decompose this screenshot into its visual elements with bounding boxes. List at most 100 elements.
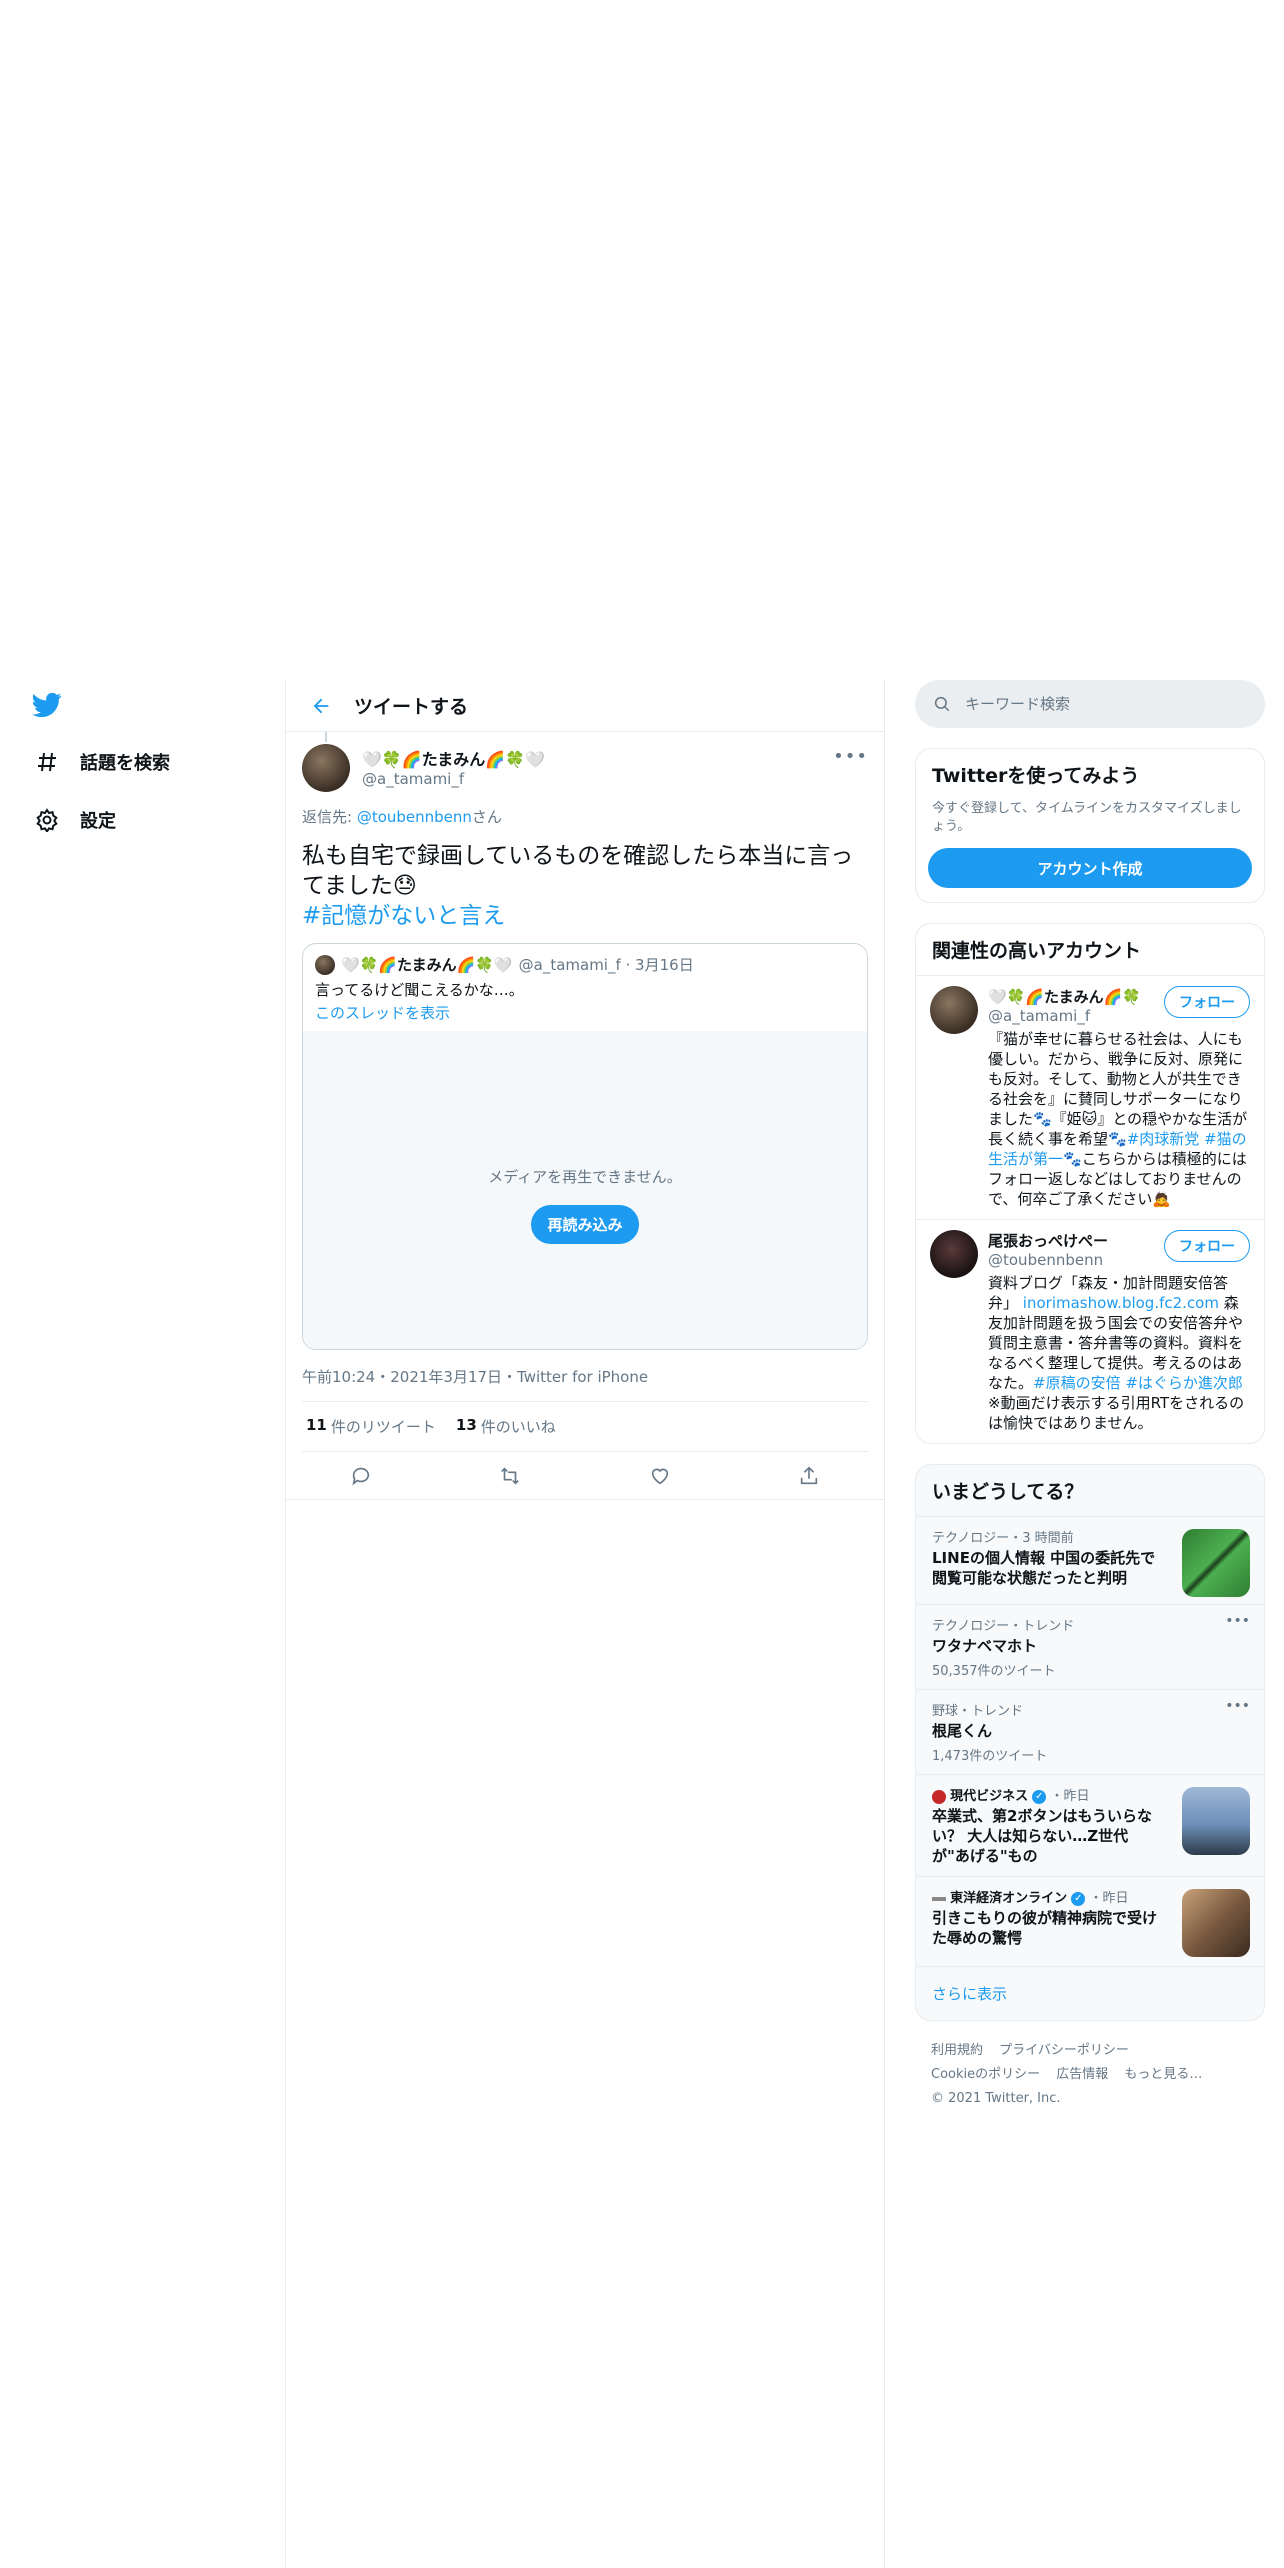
tweet-stats: 11 件のリツイート 13 件のいいね <box>302 1402 868 1452</box>
back-button[interactable] <box>296 681 346 731</box>
footer-link[interactable]: 広告情報 <box>1056 2067 1108 2082</box>
reply-suffix: さん <box>471 808 502 826</box>
media-player: メディアを再生できません。 再読み込み <box>303 1031 867 1349</box>
trend-item[interactable]: 野球・トレンド 根尾くん 1,473件のツイート ••• <box>916 1689 1264 1774</box>
thread-connector <box>325 732 327 742</box>
trend-time: ・昨日 <box>1089 1891 1129 1906</box>
more-options-icon[interactable]: ••• <box>833 746 868 767</box>
user-handle[interactable]: @a_tamami_f <box>362 770 545 788</box>
reply-icon[interactable] <box>341 1456 381 1496</box>
verified-icon: ✓ <box>1032 1789 1047 1804</box>
related-accounts-panel: 関連性の高いアカウント 🤍🍀🌈たまみん🌈🍀 @a_tamami_f フォロー 『… <box>915 923 1265 1444</box>
retweet-count[interactable]: 11 <box>306 1416 327 1437</box>
tweet-actions <box>286 1452 884 1500</box>
trends-panel: いまどうしてる？ テクノロジー・3 時間前 LINEの個人情報 中国の委託先で閲… <box>915 1464 1265 2021</box>
tweet-text: 私も自宅で録画しているものを確認したら本当に言ってました😓 <box>302 843 854 899</box>
retweet-label[interactable]: 件のリツイート <box>331 1416 436 1437</box>
trends-title: いまどうしてる？ <box>932 1481 1084 1503</box>
trend-source: 東洋経済オンライン <box>950 1891 1068 1906</box>
tweet-author: 🤍🍀🌈たまみん🌈🍀🤍 @a_tamami_f ••• <box>302 732 868 792</box>
hashtag-link[interactable]: #記憶がないと言え <box>302 901 868 931</box>
graduation-thumbnail <box>1182 1787 1250 1855</box>
trend-item[interactable]: テクノロジー・3 時間前 LINEの個人情報 中国の委託先で閲覧可能な状態だった… <box>916 1516 1264 1604</box>
nav-explore[interactable]: 話題を検索 <box>34 742 170 782</box>
verified-icon: ✓ <box>1071 1891 1086 1906</box>
footer-link[interactable]: もっと見る… <box>1124 2067 1202 2082</box>
search-input[interactable] <box>965 695 1225 713</box>
avatar[interactable] <box>930 1230 978 1278</box>
retweet-icon[interactable] <box>490 1456 530 1496</box>
account-card[interactable]: 🤍🍀🌈たまみん🌈🍀 @a_tamami_f フォロー 『猫が幸せに暮らせる社会は… <box>916 975 1264 1219</box>
footer-link[interactable]: プライバシーポリシー <box>999 2043 1129 2058</box>
account-name[interactable]: 🤍🍀🌈たまみん🌈🍀 <box>988 986 1141 1007</box>
footer-link[interactable]: 利用規約 <box>931 2043 983 2058</box>
trend-item[interactable]: テクノロジー・トレンド ワタナベマホト 50,357件のツイート ••• <box>916 1604 1264 1689</box>
trend-item[interactable]: 東洋経済オンライン ✓ ・昨日 引きこもりの彼が精神病院で受けた辱めの驚愕 <box>916 1876 1264 1966</box>
follow-button[interactable]: フォロー <box>1164 986 1250 1018</box>
display-name[interactable]: 🤍🍀🌈たまみん🌈🍀🤍 <box>362 746 545 770</box>
bio-hashtags[interactable]: #原稿の安倍 #はぐらか進次郎 <box>1033 1374 1243 1392</box>
bio-text: ※動画だけ表示する引用RTをされるのは愉快ではありません。 <box>988 1394 1245 1432</box>
twitter-logo-icon[interactable] <box>30 690 64 720</box>
search-icon <box>934 696 950 712</box>
search-bar[interactable] <box>915 680 1265 728</box>
signup-description: 今すぐ登録して、タイムラインをカスタマイズしましょう。 <box>932 801 1242 834</box>
media-error-message: メディアを再生できません。 <box>488 1168 682 1186</box>
center-header: ツイートする <box>286 680 884 732</box>
quoted-tweet[interactable]: 🤍🍀🌈たまみん🌈🍀🤍 @a_tamami_f · 3月16日 言ってるけど聞こえ… <box>302 943 868 1350</box>
signup-title: Twitterを使ってみよう <box>932 765 1140 787</box>
like-count[interactable]: 13 <box>456 1416 477 1437</box>
reload-button[interactable]: 再読み込み <box>531 1205 639 1244</box>
trend-title: 卒業式、第2ボタンはもういらない？ 大人は知らない…Z世代が"あげる"もの <box>932 1807 1152 1865</box>
gear-icon <box>34 807 60 833</box>
quote-meta: @a_tamami_f · 3月16日 <box>518 956 694 974</box>
main-column: ツイートする 🤍🍀🌈たまみん🌈🍀🤍 @a_tamami_f ••• 返信先: @… <box>285 680 885 2568</box>
trend-title: 根尾くん <box>932 1722 993 1740</box>
related-title: 関連性の高いアカウント <box>932 940 1142 962</box>
tweet-timestamp[interactable]: 午前10:24・2021年3月17日・Twitter for iPhone <box>302 1366 868 1402</box>
account-handle[interactable]: @a_tamami_f <box>988 1007 1141 1025</box>
trend-title: ワタナベマホト <box>932 1637 1038 1655</box>
source-logo-icon <box>932 1896 946 1901</box>
trend-count: 50,357件のツイート <box>932 1664 1056 1679</box>
like-label[interactable]: 件のいいね <box>481 1416 556 1437</box>
account-name[interactable]: 尾張おっぺけぺー <box>988 1230 1108 1251</box>
footer-link[interactable]: Cookieのポリシー <box>931 2067 1040 2082</box>
quote-display-name: 🤍🍀🌈たまみん🌈🍀🤍 <box>341 956 513 974</box>
reply-handle-link[interactable]: @toubennbenn <box>357 808 472 826</box>
bio-link[interactable]: inorimashow.blog.fc2.com <box>1023 1294 1219 1312</box>
quote-text: 言ってるけど聞こえるかな…。 <box>315 981 524 999</box>
account-card[interactable]: 尾張おっぺけぺー @toubennbenn フォロー 資料ブログ「森友・加計問題… <box>916 1219 1264 1443</box>
account-handle[interactable]: @toubennbenn <box>988 1251 1108 1269</box>
share-icon[interactable] <box>789 1456 829 1496</box>
follow-button[interactable]: フォロー <box>1164 1230 1250 1262</box>
hashtag-icon <box>34 749 60 775</box>
more-options-icon[interactable]: ••• <box>1225 1613 1250 1629</box>
avatar <box>315 954 335 975</box>
nav-settings-label: 設定 <box>80 811 116 832</box>
footer: 利用規約 プライバシーポリシー Cookieのポリシー 広告情報 もっと見る… … <box>915 2021 1265 2129</box>
trend-meta: テクノロジー・トレンド <box>932 1619 1075 1634</box>
trend-source: 現代ビジネス <box>950 1789 1029 1804</box>
copyright: © 2021 Twitter, Inc. <box>931 2091 1061 2106</box>
more-options-icon[interactable]: ••• <box>1225 1698 1250 1714</box>
nav-settings[interactable]: 設定 <box>34 800 116 840</box>
source-logo-icon <box>932 1789 946 1804</box>
show-more-link[interactable]: さらに表示 <box>916 1966 1264 2020</box>
like-icon[interactable] <box>640 1456 680 1496</box>
trend-title: 引きこもりの彼が精神病院で受けた辱めの驚愕 <box>932 1909 1158 1947</box>
reply-prefix: 返信先: <box>302 808 357 826</box>
nav-explore-label: 話題を検索 <box>80 753 170 774</box>
create-account-button[interactable]: アカウント作成 <box>928 848 1252 888</box>
right-sidebar: Twitterを使ってみよう 今すぐ登録して、タイムラインをカスタマイズしましょ… <box>915 680 1265 2129</box>
trend-meta: 野球・トレンド <box>932 1704 1024 1719</box>
avatar[interactable] <box>302 744 350 792</box>
signup-panel: Twitterを使ってみよう 今すぐ登録して、タイムラインをカスタマイズしましょ… <box>915 748 1265 903</box>
trend-item[interactable]: 現代ビジネス ✓ ・昨日 卒業式、第2ボタンはもういらない？ 大人は知らない…Z… <box>916 1774 1264 1876</box>
avatar[interactable] <box>930 986 978 1034</box>
quote-header: 🤍🍀🌈たまみん🌈🍀🤍 @a_tamami_f · 3月16日 <box>303 944 867 975</box>
show-thread-link[interactable]: このスレッドを表示 <box>303 1000 867 1031</box>
hospital-thumbnail <box>1182 1889 1250 1957</box>
focused-tweet: 🤍🍀🌈たまみん🌈🍀🤍 @a_tamami_f ••• 返信先: @toubenn… <box>286 732 884 1500</box>
back-arrow-icon <box>313 698 329 713</box>
